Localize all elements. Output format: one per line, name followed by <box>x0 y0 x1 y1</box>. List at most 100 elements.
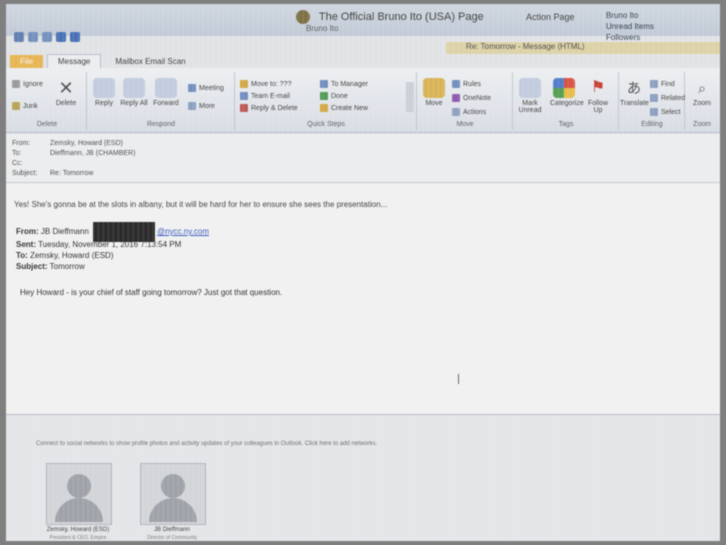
up-arrow-icon[interactable] <box>56 32 66 42</box>
actions-button[interactable]: Actions <box>452 108 486 116</box>
team-email-icon <box>240 92 248 100</box>
envelope-icon <box>519 78 541 98</box>
delete-group: Ignore Junk ✕ Delete Delete <box>8 72 87 130</box>
find-button[interactable]: Find <box>650 80 675 88</box>
message-headers: From: Zemsky, Howard (ESD) To: Dieffmann, … <box>6 134 720 184</box>
quoted-message: Hey Howard - is your chief of staff goin… <box>20 288 283 297</box>
related-icon <box>650 94 658 102</box>
reply-all-icon <box>123 78 145 98</box>
tab-file[interactable]: File <box>10 55 43 68</box>
quick-step-done[interactable]: Done <box>320 92 348 100</box>
zoom-group: ⌕ Zoom Zoom <box>686 72 718 130</box>
tab-mailbox-scan[interactable]: Mailbox Email Scan <box>105 55 195 68</box>
reply-text: Yes! She's gonna be at the slots in alba… <box>14 200 388 209</box>
text-cursor <box>458 374 459 384</box>
select-icon <box>650 108 658 116</box>
person-name: Zemsky, Howard (ESD) <box>46 527 110 533</box>
redo-icon[interactable] <box>42 32 52 42</box>
move-folder-icon <box>423 78 445 98</box>
quick-steps-group: Move to: ??? Team E-mail Reply & Delete … <box>236 72 417 130</box>
quick-step-to-manager[interactable]: To Manager <box>320 80 368 88</box>
person-detail: President & CEO, Empire <box>49 535 107 541</box>
sender-email-link[interactable]: @nycc.ny.com <box>157 227 209 236</box>
undo-icon[interactable] <box>28 32 38 42</box>
translate-icon: あ <box>627 80 641 96</box>
quoted-subject: Subject: Tomorrow <box>16 262 85 271</box>
meeting-button[interactable]: Meeting <box>188 84 224 92</box>
person-name: JB Dieffmann <box>154 527 190 533</box>
quick-step-team-email[interactable]: Team E-mail <box>240 92 290 100</box>
quick-step-reply-delete[interactable]: Reply & Delete <box>240 104 298 112</box>
delete-x-icon: ✕ <box>58 78 74 98</box>
more-respond-button[interactable]: More <box>188 102 215 110</box>
forward-button[interactable]: Forward <box>152 78 180 107</box>
actions-icon <box>452 108 460 116</box>
more-icon <box>188 102 196 110</box>
categorize-button[interactable]: Categorize <box>550 78 584 107</box>
title-bar: The Official Bruno Ito (USA) Page Bruno … <box>6 4 720 42</box>
reply-icon <box>93 78 115 98</box>
people-pane: Connect to social networks to show profi… <box>6 414 720 541</box>
avatar-placeholder-icon <box>161 474 185 498</box>
person-card-dieffmann[interactable] <box>140 463 206 525</box>
quick-step-create-new[interactable]: Create New <box>320 104 368 112</box>
header-subject: Subject: Re: Tomorrow <box>12 170 94 177</box>
tab-message[interactable]: Message <box>46 54 102 68</box>
mark-unread-button[interactable]: Mark Unread <box>516 78 544 114</box>
quick-step-move[interactable]: Move to: ??? <box>240 80 291 88</box>
quick-access-toolbar <box>14 32 80 46</box>
header-divider <box>6 182 720 183</box>
header-cc: Cc: <box>12 160 23 167</box>
avatar-placeholder-icon <box>67 474 91 498</box>
reply-all-button[interactable]: Reply All <box>120 78 148 107</box>
account-panel[interactable]: Bruno Ito Unread Items Followers <box>606 10 654 43</box>
respond-group: Reply Reply All Forward Meeting More Res… <box>88 72 235 130</box>
move-button[interactable]: Move <box>420 78 448 107</box>
meeting-icon <box>188 84 196 92</box>
junk-button[interactable]: Junk <box>12 102 38 110</box>
create-new-icon <box>320 104 328 112</box>
follow-up-button[interactable]: ⚑ Follow Up <box>584 78 612 114</box>
ignore-button[interactable]: Ignore <box>12 80 43 88</box>
quoted-to: To: Zemsky, Howard (ESD) <box>16 251 114 260</box>
move-group: Move Rules OneNote Actions Move <box>418 72 513 130</box>
tags-group: Mark Unread Categorize ⚑ Follow Up Tags <box>514 72 619 130</box>
reply-delete-icon <box>240 104 248 112</box>
forward-icon <box>155 78 177 98</box>
ribbon: Ignore Junk ✕ Delete Delete Reply Reply … <box>6 68 720 133</box>
quick-steps-scroll[interactable] <box>406 82 414 112</box>
action-page-label[interactable]: Action Page <box>526 12 575 22</box>
header-from: From: Zemsky, Howard (ESD) <box>12 140 123 147</box>
quoted-sent: Sent: Tuesday, November 1, 2016 7:13:54 … <box>16 240 182 249</box>
message-body[interactable]: Yes! She's gonna be at the slots in alba… <box>6 184 720 414</box>
save-icon[interactable] <box>14 32 24 42</box>
translate-button[interactable]: あ Translate <box>620 78 649 107</box>
header-to: To: Dieffmann, JB (CHAMBER) <box>12 150 136 157</box>
person-card-zemsky[interactable] <box>46 463 112 525</box>
rules-button[interactable]: Rules <box>452 80 481 88</box>
editing-group: あ Translate Find Related Select Editing <box>620 72 685 130</box>
flag-icon: ⚑ <box>590 79 606 96</box>
social-connect-notice[interactable]: Connect to social networks to show profi… <box>36 441 377 447</box>
window-title: The Official Bruno Ito (USA) Page <box>296 10 484 24</box>
related-button[interactable]: Related <box>650 94 685 102</box>
categorize-icon <box>553 78 575 98</box>
delete-button[interactable]: ✕ Delete <box>52 78 80 107</box>
redaction-box <box>93 222 156 242</box>
down-arrow-icon[interactable] <box>70 32 80 42</box>
junk-icon <box>12 102 20 110</box>
to-manager-icon <box>320 80 328 88</box>
quoted-from: From: JB Dieffmann @nycc.ny.com <box>16 222 209 242</box>
screen: The Official Bruno Ito (USA) Page Bruno … <box>6 4 720 541</box>
select-button[interactable]: Select <box>650 108 680 116</box>
onenote-button[interactable]: OneNote <box>452 94 491 102</box>
folder-icon <box>240 80 248 88</box>
zoom-button[interactable]: ⌕ Zoom <box>688 78 716 107</box>
app-logo-icon <box>296 10 310 24</box>
onenote-icon <box>452 94 460 102</box>
find-icon <box>650 80 658 88</box>
ribbon-tabs: File Message Mailbox Email Scan <box>6 52 720 68</box>
reply-button[interactable]: Reply <box>90 78 118 107</box>
rules-icon <box>452 80 460 88</box>
ignore-icon <box>12 80 20 88</box>
